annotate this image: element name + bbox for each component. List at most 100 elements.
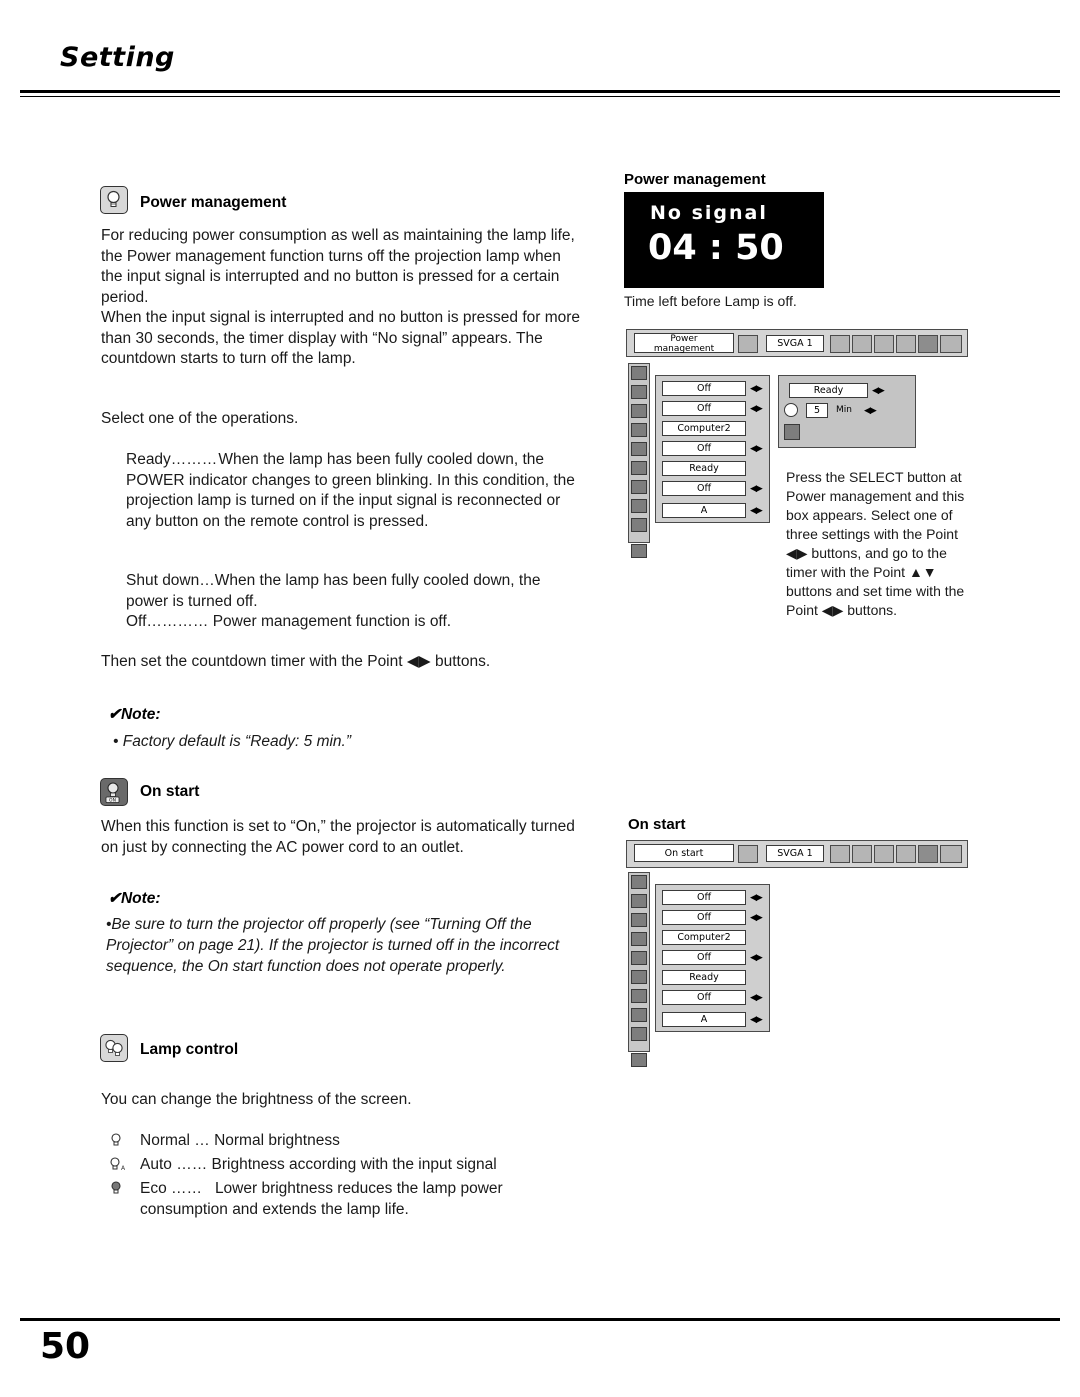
no-signal-screen: No signal 04 : 50: [624, 192, 824, 288]
option-off-desc: Power management function is off.: [212, 613, 452, 630]
header-divider-thin: [20, 96, 1060, 97]
osd-input-label-1: SVGA 1: [766, 335, 824, 352]
osd-item-1-7[interactable]: A: [662, 503, 746, 518]
power-management-figure-caption: Power management: [624, 171, 766, 188]
osd-item-2-6[interactable]: Off: [662, 990, 746, 1005]
osd-side-icon-lampcontrol-1[interactable]: [631, 499, 647, 513]
osd-item-2-3[interactable]: Computer2: [662, 930, 746, 945]
osd-item-2-2[interactable]: Off: [662, 910, 746, 925]
osd-panel-arrow[interactable]: ◀▶: [872, 386, 885, 396]
on-start-note-heading: ✔Note:: [108, 890, 161, 907]
osd-side-icon-logo-1[interactable]: [631, 423, 647, 437]
option-off: Off………… Power management function is off…: [126, 612, 586, 633]
osd-arrow-1-2[interactable]: ◀▶: [750, 404, 763, 414]
osd-timer-unit: Min: [836, 405, 852, 415]
osd-side-icon-language-1[interactable]: [631, 385, 647, 399]
power-management-paragraph-2: When the input signal is interrupted and…: [101, 309, 581, 367]
osd-side-icon-quit-2[interactable]: [631, 1053, 647, 1067]
osd-side-icon-menu-1[interactable]: [631, 404, 647, 418]
lamp-mode-normal: Normal … Normal brightness: [140, 1131, 560, 1152]
osd-tab-power-management[interactable]: Power management: [634, 333, 734, 354]
osd-arrow-2-2[interactable]: ◀▶: [750, 913, 763, 923]
osd-arrow-2-7[interactable]: ◀▶: [750, 1015, 763, 1025]
power-management-paragraph-4: Then set the countdown timer with the Po…: [101, 653, 491, 670]
lamp-mode-normal-desc: Normal brightness: [214, 1132, 340, 1149]
page-header: Setting: [0, 0, 1080, 100]
osd-item-1-1[interactable]: Off: [662, 381, 746, 396]
osd-icon-setting-2[interactable]: [918, 845, 938, 863]
osd-tab-label-line2: management: [653, 344, 715, 354]
osd-side-icon-power-1[interactable]: [631, 461, 647, 475]
osd-side-icon-lamp-2[interactable]: [631, 951, 647, 965]
osd-icon-input-1[interactable]: [738, 335, 758, 353]
osd-icon-info-2[interactable]: [940, 845, 962, 863]
osd-arrow-2-1[interactable]: ◀▶: [750, 893, 763, 903]
osd-icon-tools-2[interactable]: [874, 845, 894, 863]
osd-arrow-1-6[interactable]: ◀▶: [750, 484, 763, 494]
on-start-icon: ON: [100, 778, 128, 806]
no-signal-sub-caption: Time left before Lamp is off.: [624, 293, 797, 309]
lamp-mode-eco-term: Eco ……: [140, 1180, 203, 1197]
power-management-paragraph-1: For reducing power consumption as well a…: [101, 227, 575, 306]
osd-timer-arrow[interactable]: ◀▶: [864, 406, 877, 416]
option-off-term: Off…………: [126, 613, 209, 630]
osd-side-icon-up-1[interactable]: [631, 366, 647, 380]
osd-timer-value[interactable]: 5: [806, 403, 828, 418]
osd-panel-value[interactable]: Ready: [789, 383, 868, 398]
osd-item-2-5[interactable]: Ready: [662, 970, 746, 985]
countdown-timer: 04 : 50: [648, 228, 784, 268]
osd-icon-setting-1[interactable]: [918, 335, 938, 353]
osd-arrow-2-4[interactable]: ◀▶: [750, 953, 763, 963]
power-management-heading: Power management: [140, 194, 287, 211]
osd-icon-color-1[interactable]: [852, 335, 872, 353]
osd-side-icon-down-1[interactable]: [631, 518, 647, 532]
osd-icon-color-2[interactable]: [852, 845, 872, 863]
osd-icon-input-2[interactable]: [738, 845, 758, 863]
page-number: 50: [40, 1326, 91, 1367]
osd-panel-quit-icon[interactable]: [784, 424, 800, 440]
option-ready-term: Ready………: [126, 451, 218, 468]
osd-item-1-3[interactable]: Computer2: [662, 421, 746, 436]
osd-item-2-7[interactable]: A: [662, 1012, 746, 1027]
option-shutdown: Shut down…When the lamp has been fully c…: [126, 571, 586, 612]
lamp-control-icon: [100, 1034, 128, 1062]
osd-side-icon-menu-2[interactable]: [631, 913, 647, 927]
osd-item-1-2[interactable]: Off: [662, 401, 746, 416]
osd-item-1-4[interactable]: Off: [662, 441, 746, 456]
osd-arrow-1-1[interactable]: ◀▶: [750, 384, 763, 394]
osd-side-icon-logo-2[interactable]: [631, 932, 647, 946]
osd-panel-left-arrow-button[interactable]: [784, 403, 798, 417]
osd-side-icon-onstart-2[interactable]: [631, 989, 647, 1003]
osd-side-icon-down-2[interactable]: [631, 1027, 647, 1041]
osd-side-icon-power-2[interactable]: [631, 970, 647, 984]
osd-side-icon-language-2[interactable]: [631, 894, 647, 908]
osd-side-icon-up-2[interactable]: [631, 875, 647, 889]
osd-item-2-1[interactable]: Off: [662, 890, 746, 905]
footer-divider: [20, 1318, 1060, 1321]
osd-side-icon-onstart-1[interactable]: [631, 480, 647, 494]
osd-arrow-2-6[interactable]: ◀▶: [750, 993, 763, 1003]
osd-icon-image-2[interactable]: [830, 845, 850, 863]
lamp-mode-normal-term: Normal …: [140, 1132, 210, 1149]
svg-text:A: A: [121, 1165, 126, 1172]
osd-arrow-1-7[interactable]: ◀▶: [750, 506, 763, 516]
osd-tab-on-start[interactable]: On start: [634, 844, 734, 862]
osd-icon-image-1[interactable]: [830, 335, 850, 353]
osd-icon-screen-2[interactable]: [896, 845, 916, 863]
option-shutdown-term: Shut down…: [126, 572, 215, 589]
osd-icon-tools-1[interactable]: [874, 335, 894, 353]
osd-icon-screen-1[interactable]: [896, 335, 916, 353]
osd-icon-info-1[interactable]: [940, 335, 962, 353]
osd-item-1-5[interactable]: Ready: [662, 461, 746, 476]
osd-item-2-4[interactable]: Off: [662, 950, 746, 965]
option-ready: Ready………When the lamp has been fully coo…: [126, 450, 586, 532]
on-start-heading: On start: [140, 783, 200, 800]
lamp-mode-eco: Eco …… Lower brightness reduces the lamp…: [140, 1179, 580, 1220]
osd-side-icon-quit-1[interactable]: [631, 544, 647, 558]
lamp-control-heading: Lamp control: [140, 1041, 239, 1058]
osd-side-icon-lampcontrol-2[interactable]: [631, 1008, 647, 1022]
lamp-mode-auto: Auto …… Brightness according with the in…: [140, 1155, 570, 1176]
osd-arrow-1-4[interactable]: ◀▶: [750, 444, 763, 454]
osd-item-1-6[interactable]: Off: [662, 481, 746, 496]
osd-side-icon-lamp-1[interactable]: [631, 442, 647, 456]
